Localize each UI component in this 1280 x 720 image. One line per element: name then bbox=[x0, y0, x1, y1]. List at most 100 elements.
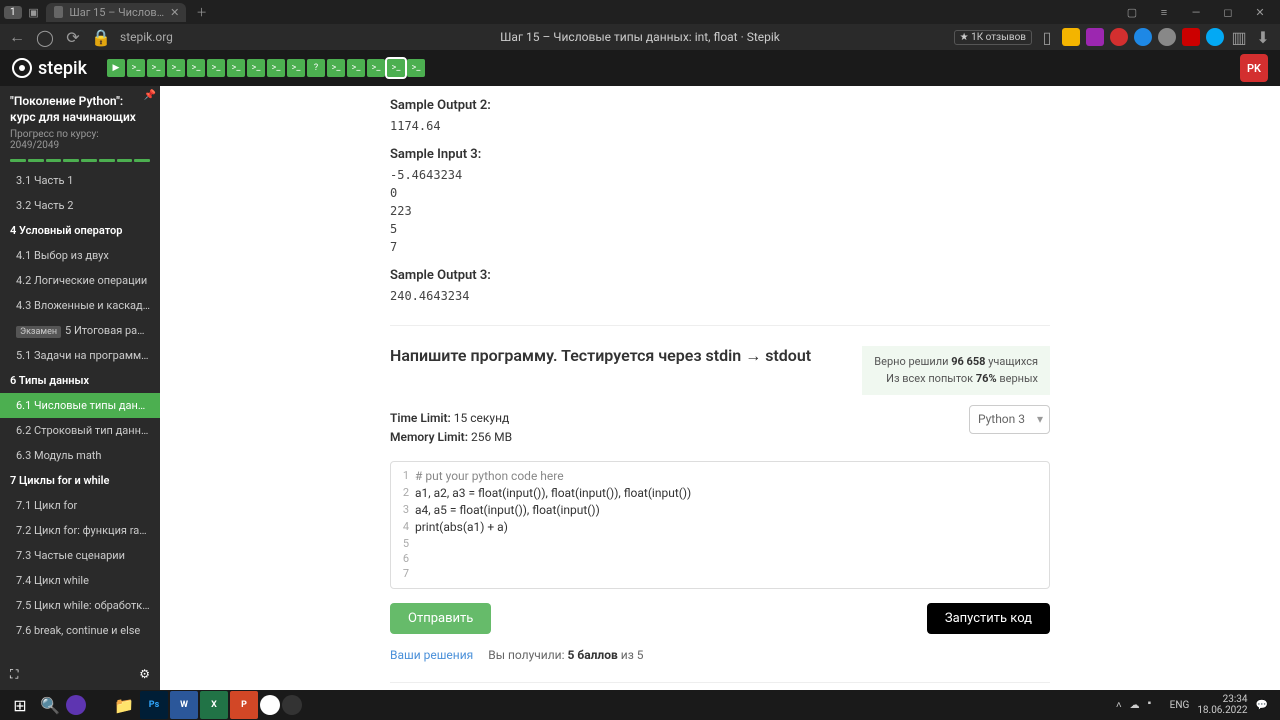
lesson-item[interactable]: 5.1 Задачи на программир... bbox=[0, 343, 160, 368]
step-box[interactable]: ▶ bbox=[107, 59, 125, 77]
step-box[interactable]: >_ bbox=[367, 59, 385, 77]
lesson-item[interactable]: 6.3 Модуль math bbox=[0, 443, 160, 468]
section-header[interactable]: 6 Типы данных bbox=[0, 368, 160, 393]
step-box[interactable]: >_ bbox=[187, 59, 205, 77]
lesson-item[interactable]: 7.3 Частые сценарии bbox=[0, 543, 160, 568]
downloads-icon[interactable]: ⬇ bbox=[1254, 28, 1272, 46]
tab-close-icon[interactable]: ✕ bbox=[170, 6, 178, 19]
lesson-item[interactable]: 7.4 Цикл while bbox=[0, 568, 160, 593]
extension-icon[interactable] bbox=[1086, 28, 1104, 46]
run-code-button[interactable]: Запустить код bbox=[927, 603, 1050, 634]
lesson-item[interactable]: 4.2 Логические операции bbox=[0, 268, 160, 293]
browser-tab[interactable]: Шаг 15 – Числовые ти ✕ bbox=[46, 3, 186, 22]
fullscreen-icon[interactable]: ⛶ bbox=[10, 667, 18, 682]
maximize-button[interactable]: ◻ bbox=[1216, 2, 1240, 22]
language-select[interactable]: Python 3 bbox=[969, 405, 1050, 434]
course-title[interactable]: "Поколение Python": курс для начинающих bbox=[10, 94, 150, 125]
step-box[interactable]: >_ bbox=[167, 59, 185, 77]
submit-button[interactable]: Отправить bbox=[390, 603, 491, 634]
new-tab-button[interactable]: ＋ bbox=[190, 2, 214, 22]
step-box[interactable]: >_ bbox=[347, 59, 365, 77]
sidebar-toggle-icon[interactable]: ▥ bbox=[1230, 28, 1248, 46]
page-title: Шаг 15 – Числовые типы данных: int, floa… bbox=[500, 30, 780, 44]
explorer-icon[interactable]: 📁 bbox=[110, 691, 138, 719]
address-bar: ← ◯ ⟳ 🔒 stepik.org Шаг 15 – Числовые тип… bbox=[0, 24, 1280, 50]
photoshop-icon[interactable]: Ps bbox=[140, 691, 168, 719]
browser-icon[interactable] bbox=[260, 695, 280, 715]
lesson-item[interactable]: 3.2 Часть 2 bbox=[0, 193, 160, 218]
step-box[interactable]: >_ bbox=[327, 59, 345, 77]
extension-icon[interactable] bbox=[1110, 28, 1128, 46]
powerpoint-icon[interactable]: P bbox=[230, 691, 258, 719]
search-icon[interactable]: 🔍 bbox=[36, 691, 64, 719]
code-editor[interactable]: 1# put your python code here2a1, a2, a3 … bbox=[390, 461, 1050, 588]
sample-input-3-label: Sample Input 3: bbox=[390, 147, 1050, 162]
clock[interactable]: 23:3418.06.2022 bbox=[1197, 694, 1247, 716]
step-box[interactable]: >_ bbox=[247, 59, 265, 77]
extension-icon[interactable] bbox=[1158, 28, 1176, 46]
lesson-item[interactable]: 4.3 Вложенные и каскадн... bbox=[0, 293, 160, 318]
tray-chevron-icon[interactable]: ˄ bbox=[1116, 700, 1122, 711]
url-text[interactable]: stepik.org bbox=[120, 30, 173, 44]
excel-icon[interactable]: X bbox=[200, 691, 228, 719]
step-box[interactable]: >_ bbox=[267, 59, 285, 77]
your-solutions-link[interactable]: Ваши решения bbox=[390, 648, 473, 662]
word-icon[interactable]: W bbox=[170, 691, 198, 719]
extension-icon[interactable] bbox=[1134, 28, 1152, 46]
step-box[interactable]: >_ bbox=[207, 59, 225, 77]
onedrive-icon[interactable]: ☁ bbox=[1130, 700, 1140, 711]
lesson-item[interactable]: 3.1 Часть 1 bbox=[0, 168, 160, 193]
stepik-logo[interactable]: stepik bbox=[12, 58, 87, 79]
window-titlebar: 1 ▣ Шаг 15 – Числовые ти ✕ ＋ ▢ ≡ — ◻ ✕ bbox=[0, 0, 1280, 24]
step-box[interactable]: ? bbox=[307, 59, 325, 77]
lesson-item[interactable]: 7.1 Цикл for bbox=[0, 493, 160, 518]
extension-icon[interactable] bbox=[1206, 28, 1224, 46]
sample-output-3-label: Sample Output 3: bbox=[390, 268, 1050, 283]
stats-box: Верно решили 96 658 учащихся Из всех поп… bbox=[862, 346, 1050, 395]
panel-icon[interactable]: ▢ bbox=[1120, 2, 1144, 22]
notifications-icon[interactable]: 💬 bbox=[1256, 700, 1268, 711]
section-header[interactable]: 7 Циклы for и while bbox=[0, 468, 160, 493]
sample-output-2-label: Sample Output 2: bbox=[390, 98, 1050, 113]
lesson-item[interactable]: 4.1 Выбор из двух bbox=[0, 243, 160, 268]
reviews-badge[interactable]: ★ 1К отзывов bbox=[954, 30, 1032, 45]
start-button[interactable]: ⊞ bbox=[6, 691, 34, 719]
step-box[interactable]: >_ bbox=[387, 59, 405, 77]
user-avatar[interactable]: PK bbox=[1240, 54, 1268, 82]
settings-icon[interactable]: ⚙ bbox=[139, 667, 150, 682]
course-sidebar: 📌 "Поколение Python": курс для начинающи… bbox=[0, 86, 160, 690]
obs-icon[interactable] bbox=[282, 695, 302, 715]
extension-icon[interactable] bbox=[1062, 28, 1080, 46]
step-box[interactable]: >_ bbox=[127, 59, 145, 77]
lesson-item[interactable]: 6.1 Числовые типы данны... bbox=[0, 393, 160, 418]
language-indicator[interactable]: ENG bbox=[1170, 700, 1190, 711]
tab-count-badge[interactable]: 1 bbox=[4, 6, 22, 19]
reload-button[interactable]: ⟳ bbox=[64, 28, 82, 46]
step-box[interactable]: >_ bbox=[407, 59, 425, 77]
app-icon[interactable] bbox=[66, 695, 86, 715]
lock-icon: 🔒 bbox=[92, 28, 110, 46]
shield-icon[interactable]: ◯ bbox=[36, 28, 54, 46]
lesson-item[interactable]: Экзамен5 Итоговая работа... bbox=[0, 318, 160, 343]
menu-icon[interactable]: ≡ bbox=[1152, 2, 1176, 22]
lesson-item[interactable]: 6.2 Строковый тип данных bbox=[0, 418, 160, 443]
step-box[interactable]: >_ bbox=[147, 59, 165, 77]
extension-icon[interactable] bbox=[1182, 28, 1200, 46]
step-box[interactable]: >_ bbox=[227, 59, 245, 77]
section-header[interactable]: 4 Условный оператор bbox=[0, 218, 160, 243]
minimize-button[interactable]: — bbox=[1184, 2, 1208, 22]
solutions-row: Ваши решения Вы получили: 5 баллов из 5 bbox=[390, 648, 1050, 662]
tab-favicon-icon bbox=[54, 6, 64, 18]
close-window-button[interactable]: ✕ bbox=[1248, 2, 1272, 22]
lesson-item[interactable]: 7.6 break, continue и else bbox=[0, 618, 160, 643]
lesson-item[interactable]: 7.5 Цикл while: обработка ... bbox=[0, 593, 160, 618]
step-box[interactable]: >_ bbox=[287, 59, 305, 77]
steps-navigation: ▶>_>_>_>_>_>_>_>_>_?>_>_>_>_>_ bbox=[107, 59, 425, 77]
bookmark-icon[interactable]: ▯ bbox=[1038, 28, 1056, 46]
sample-input-3: -5.4643234 0 223 5 7 bbox=[390, 166, 1050, 256]
back-button[interactable]: ← bbox=[8, 28, 26, 46]
pin-icon[interactable]: 📌 bbox=[144, 90, 156, 101]
lesson-item[interactable]: 7.2 Цикл for: функция range bbox=[0, 518, 160, 543]
tray-icon[interactable]: ▪ bbox=[1148, 698, 1162, 712]
tabs-overview-icon[interactable]: ▣ bbox=[26, 4, 42, 20]
